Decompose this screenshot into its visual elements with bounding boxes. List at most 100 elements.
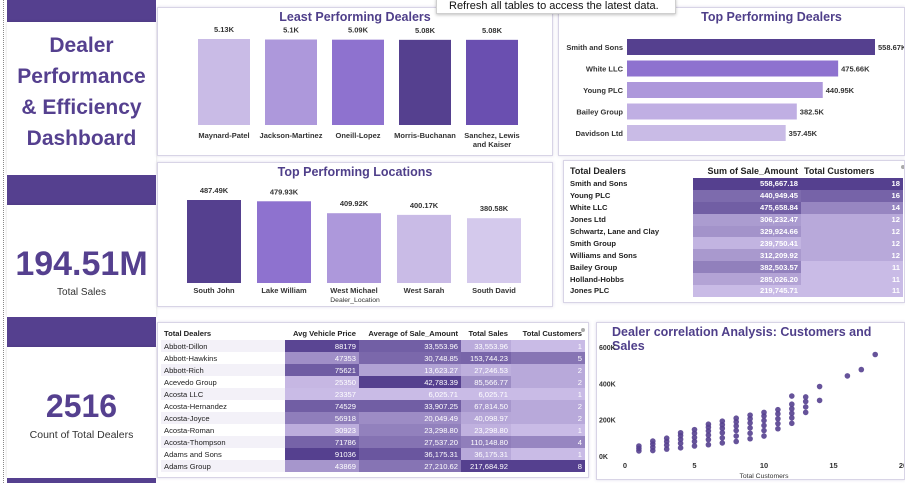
cell-customers: 11 (801, 285, 903, 297)
data-label-least-2: 5.09K (348, 26, 369, 35)
dashboard-title-line-3: & Efficiency (21, 96, 142, 119)
bar-top-dealer-1 (627, 60, 839, 77)
y-tick-2: 400K (599, 381, 616, 388)
cell-customers: 12 (801, 213, 903, 226)
more-options-icon[interactable] (581, 328, 585, 332)
table-row[interactable]: Acevedo Group 25350 42,783.39 85,566.77 2 (161, 376, 585, 388)
cell-avg-vehicle-price: 75621 (285, 364, 359, 376)
table-row[interactable]: Abbott-Rich 75621 13,623.27 27,246.53 2 (161, 364, 585, 376)
cell-dealer-name: Acevedo Group (161, 376, 285, 388)
table-row[interactable]: Abbott-Dillon 88179 33,553.96 33,553.96 1 (161, 340, 585, 352)
table-row[interactable]: Jones Ltd 306,232.47 12 (567, 213, 903, 226)
table-row[interactable]: Adams and Sons 91036 36,175.31 36,175.31 1 (161, 448, 585, 460)
x-tick-2: 10 (760, 461, 768, 470)
cell-avg-sale-amount: 13,623.27 (359, 364, 461, 376)
col-header-dealers[interactable]: Total Dealers (567, 164, 693, 178)
top-dealers-panel[interactable]: Top Performing Dealers Smith and Sons 558… (558, 7, 905, 156)
cell-total-sales: 33,553.96 (461, 340, 511, 352)
table-row[interactable]: Acosta-Hernandez 74529 33,907.25 67,814.50 2 (161, 400, 585, 412)
col-header-avg-sale-amount[interactable]: Average of Sale_Amount (359, 326, 461, 340)
category-label-top-dealer-2: Young PLC (583, 86, 623, 95)
col-header-total-sales[interactable]: Total Sales (461, 326, 511, 340)
cell-dealer-name: White LLC (570, 203, 608, 213)
table-header-row: Total Dealers Avg Vehicle Price Average … (161, 326, 585, 340)
cell-total-sales: 36,175.31 (461, 448, 511, 460)
scatter-point-68 (844, 373, 851, 379)
table-row[interactable]: Jones PLC 219,745.71 11 (567, 285, 903, 297)
cell-avg-vehicle-price: 74529 (285, 400, 359, 412)
col-header-customers[interactable]: Total Customers (801, 164, 903, 178)
category-label-location-2: West Michael (330, 286, 377, 295)
col-header-avg-vehicle-price[interactable]: Avg Vehicle Price (285, 326, 359, 340)
scatter-point-34 (733, 433, 739, 439)
scatter-point-41 (747, 425, 753, 431)
scatter-point-2 (636, 443, 642, 449)
dealer-detail-table-panel[interactable]: Total Dealers Avg Vehicle Price Average … (157, 322, 589, 478)
col-header-total-dealers[interactable]: Total Dealers (161, 326, 285, 340)
table-row[interactable]: Schwartz, Lane and Clay 329,924.66 12 (567, 225, 903, 238)
category-label-least-0: Maynard-Patel (198, 131, 249, 140)
table-row[interactable]: Acosta-Roman 30923 23,298.80 23,298.80 1 (161, 424, 585, 436)
table-row[interactable]: Williams and Sons 312,209.92 12 (567, 249, 903, 262)
cell-avg-vehicle-price: 71786 (285, 436, 359, 448)
table-row[interactable]: White LLC 475,658.84 14 (567, 201, 903, 214)
data-label-least-4: 5.08K (482, 26, 503, 35)
category-label-top-dealer-1: White LLC (586, 65, 624, 74)
dealer-count-value: 2516 (45, 388, 118, 424)
table-row[interactable]: Adams Group 43869 27,210.62 217,684.92 8 (161, 460, 585, 472)
cell-total-sales: 110,148.80 (461, 436, 511, 448)
table-row[interactable]: Bailey Group 382,503.57 11 (567, 261, 903, 274)
cell-dealer-name: Abbott-Rich (161, 364, 285, 376)
cell-total-sales: 85,566.77 (461, 376, 511, 388)
col-header-sale-amount[interactable]: Sum of Sale_Amount (693, 164, 801, 178)
cell-dealer-name: Adams and Sons (161, 448, 285, 460)
top-dealers-table: Total Dealers Sum of Sale_Amount Total C… (567, 164, 903, 297)
cell-avg-vehicle-price: 56918 (285, 412, 359, 424)
correlation-panel[interactable]: Dealer correlation Analysis: Customers a… (596, 322, 905, 480)
y-tick-3: 600K (599, 345, 616, 352)
separator-band-2 (7, 317, 156, 347)
dealer-detail-table: Total Dealers Avg Vehicle Price Average … (161, 326, 585, 472)
col-header-total-customers[interactable]: Total Customers (511, 326, 585, 340)
table-row[interactable]: Smith and Sons 558,667.18 18 (567, 178, 903, 190)
scatter-point-44 (747, 412, 753, 418)
data-label-location-1: 479.93K (270, 187, 299, 196)
cell-sale-amount: 475,658.84 (693, 201, 801, 214)
least-dealers-panel[interactable]: Least Performing Dealers 5.13K Maynard-Pa… (157, 7, 553, 156)
table-row[interactable]: Acosta-Joyce 56918 20,049.49 40,098.97 2 (161, 412, 585, 424)
dashboard-title-line-2: Performance (17, 65, 146, 88)
cell-avg-sale-amount: 30,748.85 (359, 352, 461, 364)
top-locations-panel[interactable]: Top Performing Locations 487.49K South Jo… (157, 162, 553, 307)
category-label-top-dealer-3: Bailey Group (576, 108, 623, 117)
table-row[interactable]: Acosta-Thompson 71786 27,537.20 110,148.80 4 (161, 436, 585, 448)
category-label-least-4: Sanchez, Lewis and Kaiser (464, 131, 519, 149)
data-label-top-dealer-1: 475.66K (841, 65, 870, 74)
x-axis-title-locations: Dealer_Location (330, 297, 380, 304)
cell-sale-amount: 239,750.41 (693, 237, 801, 250)
category-label-location-3: West Sarah (404, 286, 445, 295)
cell-sale-amount: 306,232.47 (693, 213, 801, 226)
refresh-tooltip: Refresh all tables to access the latest … (436, 0, 676, 14)
table-row[interactable]: Holland-Hobbs 285,026.20 11 (567, 273, 903, 286)
cell-dealer-name: Smith Group (570, 238, 616, 248)
dealer-count-label: Count of Total Dealers (29, 429, 134, 441)
top-dealers-chart: Smith and Sons 558.67K White LLC 475.66K You… (566, 39, 904, 141)
dealer-count-card: 2516 Count of Total Dealers (7, 347, 156, 478)
top-dealers-table-panel[interactable]: Total Dealers Sum of Sale_Amount Total C… (563, 160, 905, 303)
table-row[interactable]: Acosta LLC 23357 6,025.71 6,025.71 1 (161, 388, 585, 400)
data-label-top-dealer-4: 357.45K (789, 129, 818, 138)
table-row[interactable]: Young PLC 440,949.45 16 (567, 189, 903, 202)
category-label-location-4: South David (472, 286, 516, 295)
scatter-point-47 (761, 422, 767, 429)
data-label-location-3: 400.17K (410, 201, 439, 210)
scatter-point-40 (747, 430, 753, 437)
cell-avg-sale-amount: 33,553.96 (359, 340, 461, 352)
left-guide-line (3, 0, 4, 483)
cell-avg-vehicle-price: 43869 (285, 460, 359, 472)
total-sales-label: Total Sales (57, 287, 106, 298)
bar-least-2 (332, 39, 384, 125)
cell-dealer-name: Acosta-Joyce (161, 412, 285, 424)
table-row[interactable]: Smith Group 239,750.41 12 (567, 237, 903, 250)
more-options-icon[interactable] (901, 165, 904, 169)
table-row[interactable]: Abbott-Hawkins 47353 30,748.85 153,744.23 5 (161, 352, 585, 364)
